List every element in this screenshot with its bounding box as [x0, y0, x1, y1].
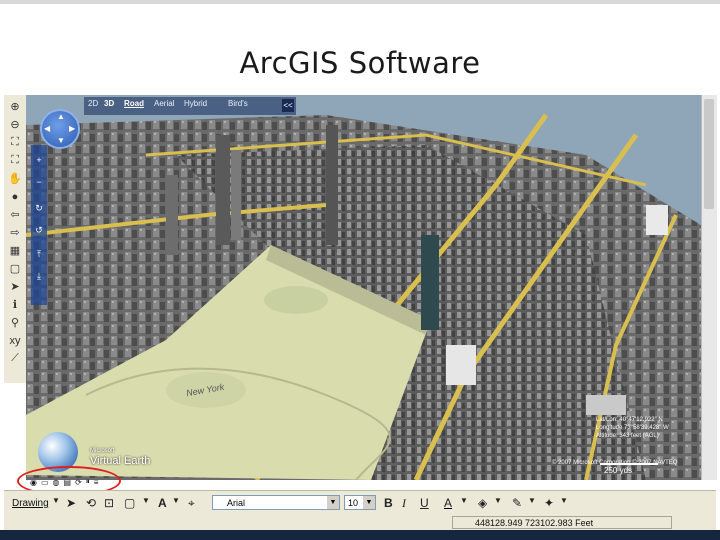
tools-toolbar: ⊕ ⊖ ⛶ ⛶ ✋ ● ⇦ ⇨ ▦ ▢ ➤ ℹ ⚲ xy ⟋	[4, 95, 27, 383]
map-zoom-out-icon[interactable]: −	[34, 177, 44, 187]
zoom-out-icon[interactable]: ⊖	[7, 117, 23, 132]
coord-line: Lat/Lon: 40°47'12.922" N	[596, 417, 663, 423]
clear-selection-icon[interactable]: ▢	[7, 261, 23, 276]
mode-3d[interactable]: 3D	[104, 99, 114, 108]
mode-birds-eye[interactable]: Bird's	[228, 99, 248, 108]
map-copyright: © 2007 Microsoft Corporation © 2007 NAVT…	[552, 460, 678, 466]
fixed-zoom-out-icon[interactable]: ⛶	[7, 153, 23, 168]
fixed-zoom-in-icon[interactable]: ⛶	[7, 135, 23, 150]
logo-product-name: Virtual Earth	[90, 455, 151, 467]
font-name-select[interactable]: Arial ▼	[212, 495, 340, 510]
map-zoom-rotate-controls: + − ↻ ↺ ⤒ ⤓	[31, 145, 47, 305]
underline-button[interactable]: U	[420, 496, 429, 510]
new-text-icon[interactable]: A	[158, 496, 167, 510]
rectangle-dropdown-icon[interactable]: ▼	[142, 496, 150, 505]
drawing-dropdown-icon[interactable]: ▼	[52, 496, 60, 505]
pan-east-icon[interactable]: ▶	[69, 124, 75, 133]
scrollbar-thumb[interactable]	[704, 99, 714, 209]
font-name-value: Arial	[227, 498, 246, 508]
italic-button[interactable]: I	[402, 496, 406, 511]
identify-icon[interactable]: ℹ	[7, 297, 23, 312]
select-elements-arrow-icon[interactable]: ➤	[7, 279, 23, 294]
drawing-toolbar: Drawing ▼ ➤ ⟲ ⊡ ▢ ▼ A ▼ ⌖ Arial ▼ 10 ▼ B…	[4, 490, 716, 518]
drawing-menu[interactable]: Drawing	[12, 498, 49, 509]
zoom-page-icon[interactable]: ⊡	[104, 496, 114, 510]
measure-icon[interactable]: ⟋	[7, 351, 23, 366]
chevron-down-icon[interactable]: ▼	[363, 496, 375, 509]
select-features-icon[interactable]: ▦	[7, 243, 23, 258]
pan-south-icon[interactable]: ▼	[57, 136, 65, 145]
coord-line: Altitude: 343 feet (AGL)	[596, 433, 659, 439]
font-size-value: 10	[348, 498, 359, 508]
go-to-xy-icon[interactable]: xy	[7, 333, 23, 348]
marker-color-icon[interactable]: ✦	[544, 496, 554, 510]
mode-2d[interactable]: 2D	[88, 99, 98, 108]
forward-extent-icon[interactable]: ⇨	[7, 225, 23, 240]
text-dropdown-icon[interactable]: ▼	[172, 496, 180, 505]
find-binoculars-icon[interactable]: ⚲	[7, 315, 23, 330]
rectangle-icon[interactable]: ▢	[124, 496, 135, 510]
marker-color-dropdown-icon[interactable]: ▼	[560, 496, 568, 505]
zoom-in-icon[interactable]: ⊕	[7, 99, 23, 114]
fill-color-bucket-icon[interactable]: ◈	[478, 496, 487, 510]
slide-bottom-strip	[0, 530, 720, 540]
rotate-ccw-icon[interactable]: ↺	[34, 225, 44, 235]
font-size-select[interactable]: 10 ▼	[344, 495, 376, 510]
map-style-bar: 2D 3D Road Aerial Hybrid Bird's	[84, 97, 296, 115]
rotate-cw-icon[interactable]: ↻	[34, 203, 44, 213]
tilt-up-icon[interactable]: ⤒	[34, 249, 44, 259]
logo-brand: Microsoft	[90, 448, 115, 454]
map-vertical-scrollbar[interactable]	[701, 95, 717, 480]
map-zoom-in-icon[interactable]: +	[34, 155, 44, 165]
mode-hybrid[interactable]: Hybrid	[184, 99, 207, 108]
scale-label: 250 yds	[604, 466, 633, 475]
full-extent-globe-icon[interactable]: ●	[7, 189, 23, 204]
coord-line: Longitude 73°58'39.428" W	[596, 425, 669, 431]
edit-vertices-icon[interactable]: ⌖	[188, 496, 195, 511]
coordinate-overlay: Lat/Lon: 40°47'12.922" N Longitude 73°58…	[596, 416, 700, 440]
cursor-coordinates: 448128.949 723102.983 Feet	[452, 516, 672, 529]
slide-title: ArcGIS Software	[239, 46, 481, 80]
select-arrow-icon[interactable]: ➤	[66, 496, 76, 510]
pan-hand-icon[interactable]: ✋	[7, 171, 23, 186]
tilt-down-icon[interactable]: ⤓	[34, 271, 44, 281]
slide-top-border	[0, 0, 720, 4]
line-color-dropdown-icon[interactable]: ▼	[528, 496, 536, 505]
line-color-pen-icon[interactable]: ✎	[512, 496, 522, 510]
mode-aerial[interactable]: Aerial	[154, 99, 174, 108]
pan-west-icon[interactable]: ◀	[44, 124, 50, 133]
font-color-dropdown-icon[interactable]: ▼	[460, 496, 468, 505]
navigation-compass[interactable]: ▲ ▼ ◀ ▶	[40, 109, 80, 149]
fill-color-dropdown-icon[interactable]: ▼	[494, 496, 502, 505]
collapse-nav-button[interactable]: <<	[282, 99, 294, 112]
bold-button[interactable]: B	[384, 496, 393, 510]
font-color-button[interactable]: A	[444, 496, 452, 510]
pan-north-icon[interactable]: ▲	[57, 112, 65, 121]
rotate-icon[interactable]: ⟲	[86, 496, 96, 510]
chevron-down-icon[interactable]: ▼	[327, 496, 339, 509]
mode-road[interactable]: Road	[124, 99, 144, 108]
back-extent-icon[interactable]: ⇦	[7, 207, 23, 222]
